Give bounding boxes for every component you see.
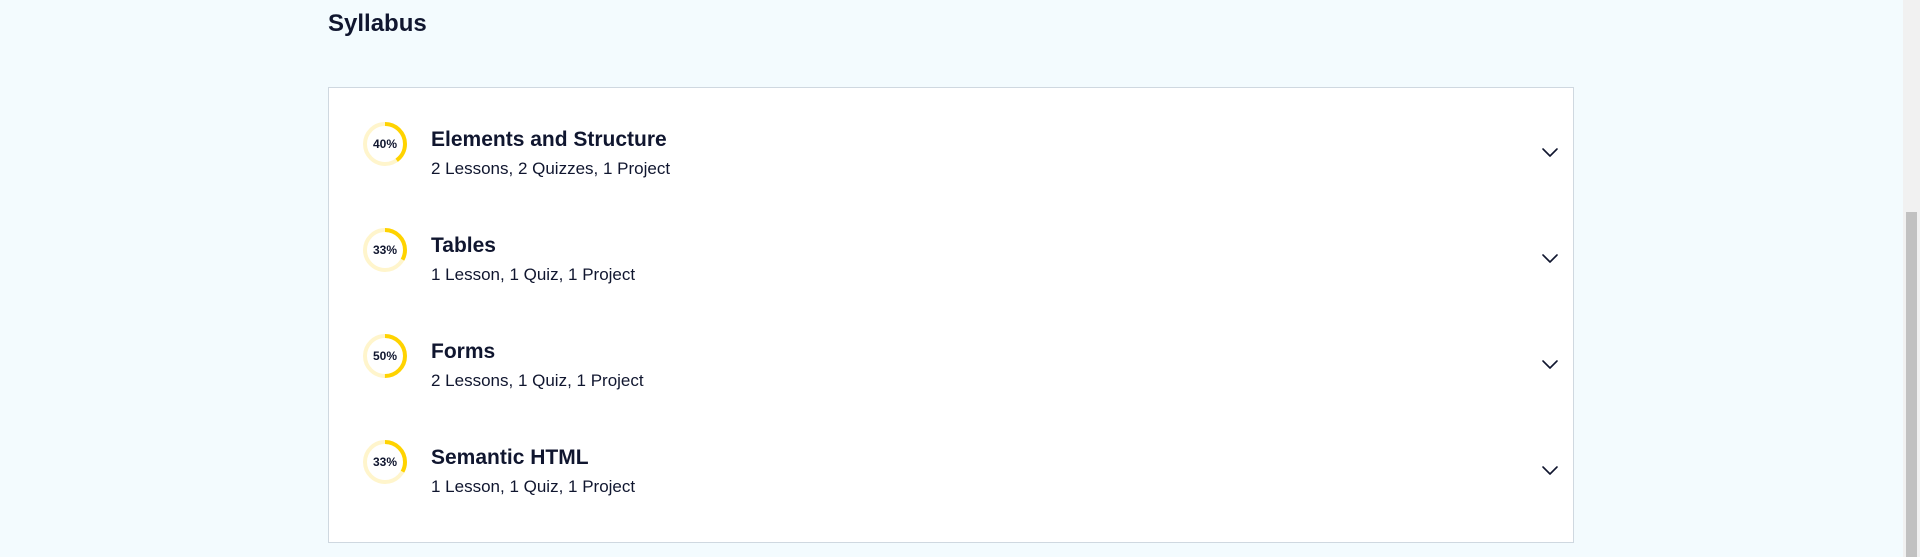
progress-percent: 40% <box>372 137 398 151</box>
progress-ring: 50% <box>361 332 409 380</box>
module-content-summary: 2 Lessons, 1 Quiz, 1 Project <box>431 371 644 390</box>
module-title: Semantic HTML <box>431 446 589 469</box>
progress-ring: 40% <box>361 120 409 168</box>
module-item-elements-and-structure[interactable]: 40% Elements and Structure 2 Lessons, 2 … <box>361 120 1558 200</box>
module-title: Forms <box>431 340 496 363</box>
syllabus-module-list: 40% Elements and Structure 2 Lessons, 2 … <box>328 87 1574 543</box>
chevron-down-icon[interactable] <box>1540 354 1560 374</box>
module-content-summary: 2 Lessons, 2 Quizzes, 1 Project <box>431 159 671 178</box>
module-item-tables[interactable]: 33% Tables 1 Lesson, 1 Quiz, 1 Project <box>361 226 1558 306</box>
module-item-semantic-html[interactable]: 33% Semantic HTML 1 Lesson, 1 Quiz, 1 Pr… <box>361 438 1558 518</box>
module-title: Elements and Structure <box>431 128 667 151</box>
module-item-forms[interactable]: 50% Forms 2 Lessons, 1 Quiz, 1 Project <box>361 332 1558 412</box>
chevron-down-icon[interactable] <box>1540 248 1560 268</box>
chevron-down-icon[interactable] <box>1540 460 1560 480</box>
syllabus-title: Syllabus <box>328 10 427 37</box>
progress-percent: 33% <box>372 243 398 257</box>
progress-ring: 33% <box>361 438 409 486</box>
chevron-down-icon[interactable] <box>1540 142 1560 162</box>
page-scrollbar-thumb[interactable] <box>1906 212 1917 557</box>
module-content-summary: 1 Lesson, 1 Quiz, 1 Project <box>431 477 636 496</box>
progress-ring: 33% <box>361 226 409 274</box>
module-content-summary: 1 Lesson, 1 Quiz, 1 Project <box>431 265 636 284</box>
module-title: Tables <box>431 234 496 257</box>
progress-percent: 50% <box>372 349 398 363</box>
progress-percent: 33% <box>372 455 398 469</box>
